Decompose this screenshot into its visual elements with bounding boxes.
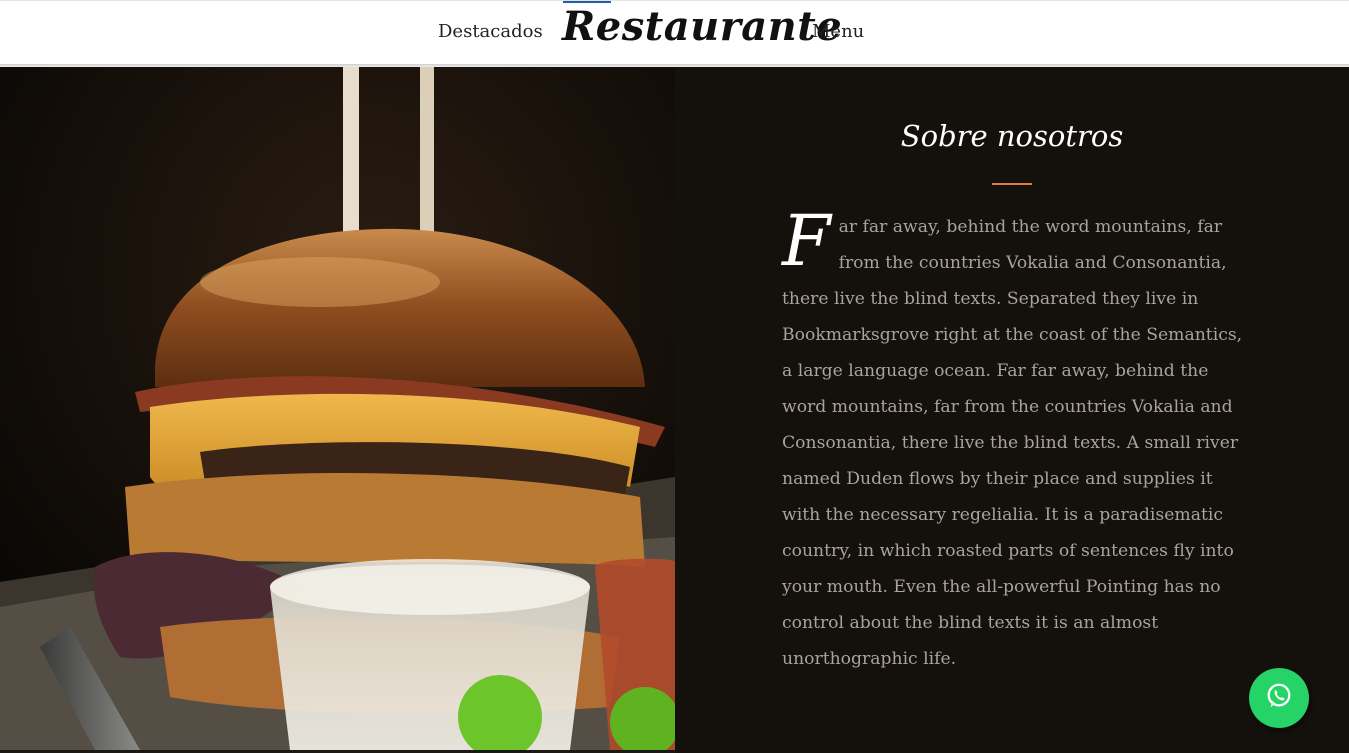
whatsapp-button[interactable] bbox=[1249, 668, 1309, 728]
site-header: Destacados Restaurante Menu bbox=[0, 0, 1349, 64]
whatsapp-icon bbox=[1264, 681, 1294, 715]
about-title: Sobre nosotros bbox=[900, 119, 1124, 153]
about-body-text: ar far away, behind the word mountains, … bbox=[782, 217, 1243, 669]
nav-link-menu[interactable]: Menu bbox=[812, 21, 864, 42]
burger-photo bbox=[0, 67, 675, 750]
dropcap-letter: F bbox=[782, 200, 831, 282]
nav-link-destacados[interactable]: Destacados bbox=[438, 21, 543, 42]
about-section: Sobre nosotros Far far away, behind the … bbox=[675, 67, 1349, 753]
title-underline bbox=[992, 183, 1032, 185]
about-paragraph: Far far away, behind the word mountains,… bbox=[782, 200, 1244, 677]
brand-logo[interactable]: Restaurante bbox=[562, 3, 842, 50]
